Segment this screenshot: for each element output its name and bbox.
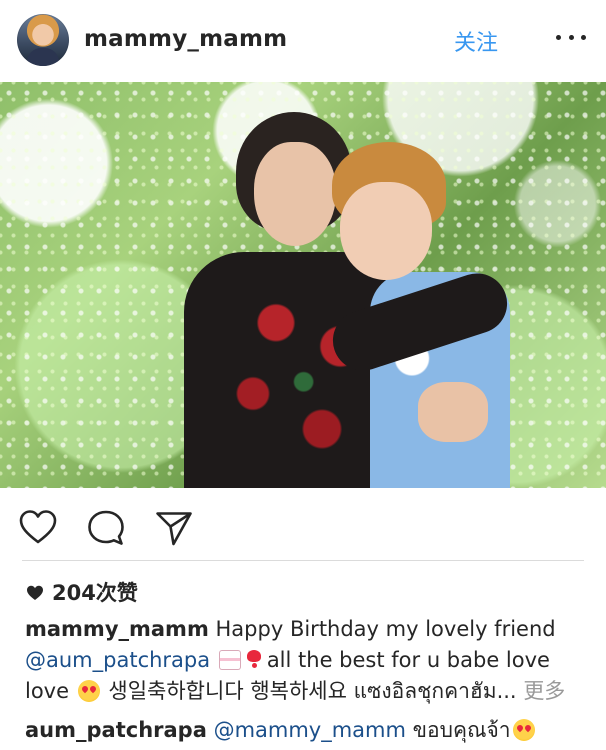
- caption-mention[interactable]: @aum_patchrapa: [25, 648, 210, 672]
- caption-text-1: Happy Birthday my lovely friend: [215, 617, 556, 641]
- photo-person-right-face: [340, 182, 432, 280]
- photo-hand: [418, 382, 488, 442]
- comment-bubble-icon[interactable]: [86, 508, 126, 548]
- more-dot: [556, 34, 561, 40]
- more-dot: [568, 34, 574, 40]
- avatar-shirt: [27, 48, 59, 66]
- more-dot: [581, 34, 586, 40]
- caption-more-link[interactable]: 更多: [523, 679, 565, 703]
- heart-filled-icon: [26, 583, 44, 601]
- divider: [22, 560, 584, 561]
- post-username[interactable]: mammy_mamm: [84, 26, 287, 52]
- heart-exclamation-emoji: [245, 650, 263, 670]
- more-options-icon[interactable]: [556, 22, 586, 52]
- avatar[interactable]: [17, 14, 69, 66]
- likes-count[interactable]: 204次赞: [26, 578, 138, 606]
- post-photo[interactable]: [0, 82, 606, 488]
- post-caption: mammy_mamm Happy Birthday my lovely frie…: [25, 614, 590, 707]
- caption-text-3: 생일축하합니다 행복하세요 แซงอิลชุกคาฮัม...: [108, 679, 517, 703]
- caption-author[interactable]: mammy_mamm: [25, 617, 209, 641]
- send-paper-plane-icon[interactable]: [154, 508, 194, 548]
- follow-button[interactable]: 关注: [454, 25, 498, 57]
- heart-eyes-emoji: [512, 719, 535, 741]
- birthday-cake-emoji: [218, 650, 241, 670]
- photo-person-left-face: [254, 142, 336, 246]
- likes-text: 204次赞: [52, 581, 138, 605]
- comment-row: aum_patchrapa @mammy_mamm ขอบคุณจ้า: [25, 715, 590, 746]
- post-header: mammy_mamm 关注: [0, 0, 606, 82]
- comment-author[interactable]: aum_patchrapa: [25, 718, 207, 742]
- heart-eyes-emoji: [77, 680, 100, 702]
- comment-mention[interactable]: @mammy_mamm: [214, 718, 406, 742]
- heart-outline-icon[interactable]: [18, 508, 58, 548]
- comment-text: ขอบคุณจ้า: [412, 718, 511, 742]
- action-bar: [0, 488, 606, 560]
